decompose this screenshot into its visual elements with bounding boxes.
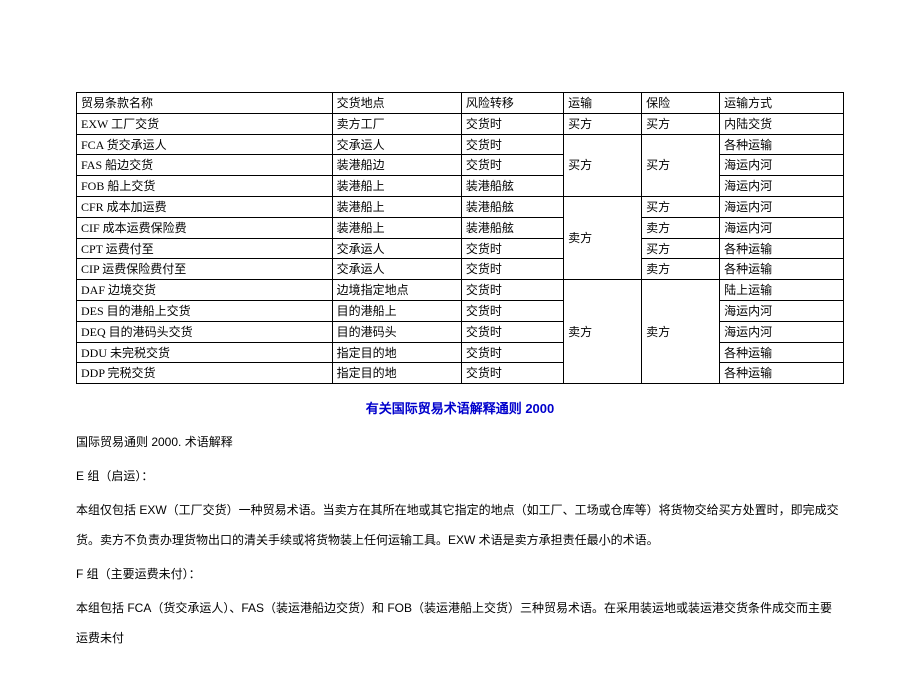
table-cell: DEQ 目的港码头交货 <box>77 321 333 342</box>
table-cell: DES 目的港船上交货 <box>77 300 333 321</box>
table-row: CPT 运费付至交承运人交货时 买方各种运输 <box>77 238 844 259</box>
table-row: DDU 未完税交货指定目的地交货时 各种运输 <box>77 342 844 363</box>
trade-terms-table: 贸易条款名称交货地点风险转移运输保险运输方式EXW 工厂交货卖方工厂交货时买方买… <box>76 92 844 384</box>
table-cell: 装港船舷 <box>461 176 563 197</box>
table-cell: 交货时 <box>461 155 563 176</box>
table-cell: 卖方工厂 <box>332 113 461 134</box>
table-cell: EXW 工厂交货 <box>77 113 333 134</box>
table-row: FOB 船上交货装港船上装港船舷 海运内河 <box>77 176 844 197</box>
table-cell: 买方 <box>642 134 720 196</box>
table-cell: 卖方 <box>642 280 720 384</box>
table-cell: 交货时 <box>461 280 563 301</box>
table-cell: 交承运人 <box>332 134 461 155</box>
group-e-body: 本组仅包括 EXW（工厂交货）一种贸易术语。当卖方在其所在地或其它指定的地点（如… <box>76 495 844 555</box>
table-cell: 买方 <box>642 238 720 259</box>
table-cell: 海运内河 <box>720 300 844 321</box>
table-cell: 装港船边 <box>332 155 461 176</box>
table-cell: 海运内河 <box>720 176 844 197</box>
table-cell: FAS 船边交货 <box>77 155 333 176</box>
table-cell: 交货时 <box>461 321 563 342</box>
table-row: FCA 货交承运人交承运人交货时买方买方各种运输 <box>77 134 844 155</box>
table-cell: 运输 <box>564 93 642 114</box>
table-cell: 交货时 <box>461 113 563 134</box>
table-cell: 目的港码头 <box>332 321 461 342</box>
table-cell: 各种运输 <box>720 134 844 155</box>
table-header-row: 贸易条款名称交货地点风险转移运输保险运输方式 <box>77 93 844 114</box>
table-cell: 海运内河 <box>720 155 844 176</box>
table-cell: 交承运人 <box>332 259 461 280</box>
table-cell: 交货时 <box>461 363 563 384</box>
table-row: DAF 边境交货边境指定地点交货时卖方卖方陆上运输 <box>77 280 844 301</box>
table-cell: 交货时 <box>461 259 563 280</box>
table-row: CIP 运费保险费付至交承运人交货时 卖方各种运输 <box>77 259 844 280</box>
table-cell: 风险转移 <box>461 93 563 114</box>
table-cell: 各种运输 <box>720 238 844 259</box>
group-e-heading: E 组（启运）： <box>76 461 844 491</box>
table-cell: 各种运输 <box>720 342 844 363</box>
table-cell: 装港船上 <box>332 176 461 197</box>
table-cell: 陆上运输 <box>720 280 844 301</box>
table-row: DDP 完税交货指定目的地交货时 各种运输 <box>77 363 844 384</box>
table-cell: 海运内河 <box>720 321 844 342</box>
table-cell: 装港船上 <box>332 196 461 217</box>
table-cell: DDP 完税交货 <box>77 363 333 384</box>
table-row: CFR 成本加运费装港船上装港船舷卖方买方海运内河 <box>77 196 844 217</box>
table-cell: 运输方式 <box>720 93 844 114</box>
table-cell: 边境指定地点 <box>332 280 461 301</box>
table-cell: 卖方 <box>564 280 642 384</box>
table-cell: 指定目的地 <box>332 363 461 384</box>
group-f-heading: F 组（主要运费未付）： <box>76 559 844 589</box>
table-cell: 卖方 <box>564 196 642 279</box>
table-cell: CPT 运费付至 <box>77 238 333 259</box>
table-cell: 买方 <box>642 113 720 134</box>
table-cell: 各种运输 <box>720 363 844 384</box>
intro-para: 国际贸易通则 2000. 术语解释 <box>76 427 844 457</box>
table-cell: 海运内河 <box>720 217 844 238</box>
table-cell: 买方 <box>642 196 720 217</box>
table-row: FAS 船边交货装港船边交货时 海运内河 <box>77 155 844 176</box>
table-row: EXW 工厂交货卖方工厂交货时买方买方内陆交货 <box>77 113 844 134</box>
table-cell: 交货时 <box>461 300 563 321</box>
table-cell: FOB 船上交货 <box>77 176 333 197</box>
table-cell: DDU 未完税交货 <box>77 342 333 363</box>
table-cell: 交货地点 <box>332 93 461 114</box>
table-cell: 保险 <box>642 93 720 114</box>
table-cell: 装港船舷 <box>461 217 563 238</box>
table-cell: 买方 <box>564 113 642 134</box>
table-cell: 目的港船上 <box>332 300 461 321</box>
table-cell: 各种运输 <box>720 259 844 280</box>
table-cell: FCA 货交承运人 <box>77 134 333 155</box>
table-row: DES 目的港船上交货目的港船上交货时 海运内河 <box>77 300 844 321</box>
table-cell: 卖方 <box>642 259 720 280</box>
table-cell: 海运内河 <box>720 196 844 217</box>
doc-title: 有关国际贸易术语解释通则 2000 <box>76 398 844 417</box>
table-row: DEQ 目的港码头交货目的港码头交货时 海运内河 <box>77 321 844 342</box>
table-cell: 买方 <box>564 134 642 196</box>
table-row: CIF 成本运费保险费装港船上装港船舷 卖方海运内河 <box>77 217 844 238</box>
table-cell: 贸易条款名称 <box>77 93 333 114</box>
table-cell: CFR 成本加运费 <box>77 196 333 217</box>
table-cell: CIP 运费保险费付至 <box>77 259 333 280</box>
table-cell: 交承运人 <box>332 238 461 259</box>
table-cell: 交货时 <box>461 342 563 363</box>
table-cell: DAF 边境交货 <box>77 280 333 301</box>
table-cell: 交货时 <box>461 238 563 259</box>
table-cell: 指定目的地 <box>332 342 461 363</box>
table-cell: 内陆交货 <box>720 113 844 134</box>
table-cell: 交货时 <box>461 134 563 155</box>
table-cell: 装港船舷 <box>461 196 563 217</box>
group-f-body: 本组包括 FCA（货交承运人）、FAS（装运港船边交货）和 FOB（装运港船上交… <box>76 593 844 653</box>
table-cell: CIF 成本运费保险费 <box>77 217 333 238</box>
table-cell: 卖方 <box>642 217 720 238</box>
table-cell: 装港船上 <box>332 217 461 238</box>
